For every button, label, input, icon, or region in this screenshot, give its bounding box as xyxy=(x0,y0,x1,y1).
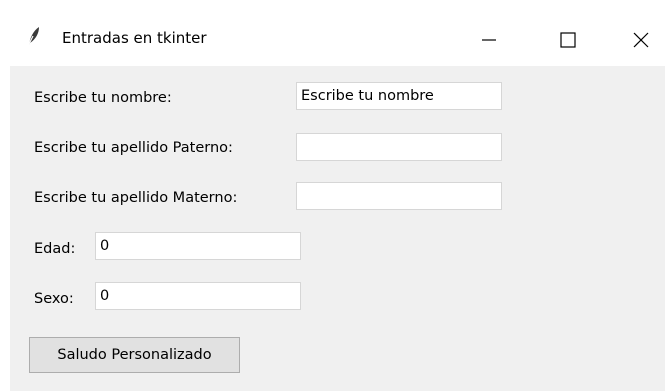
materno-label: Escribe tu apellido Materno: xyxy=(34,190,238,206)
sexo-input[interactable] xyxy=(95,282,301,310)
maximize-button[interactable] xyxy=(542,10,594,66)
title-bar[interactable]: Entradas en tkinter xyxy=(10,10,665,66)
nombre-input[interactable] xyxy=(296,82,502,110)
app-window: Entradas en tkinter Escribe tu nombre: E… xyxy=(10,10,665,391)
paterno-input[interactable] xyxy=(296,133,502,161)
feather-icon xyxy=(22,24,46,48)
materno-input[interactable] xyxy=(296,182,502,210)
close-button[interactable] xyxy=(615,10,667,66)
paterno-label: Escribe tu apellido Paterno: xyxy=(34,140,233,156)
window-title: Entradas en tkinter xyxy=(62,29,207,47)
nombre-label: Escribe tu nombre: xyxy=(34,90,172,106)
saludo-personalizado-button[interactable]: Saludo Personalizado xyxy=(29,337,240,373)
sexo-label: Sexo: xyxy=(34,291,74,307)
edad-label: Edad: xyxy=(34,241,76,257)
minimize-button[interactable] xyxy=(462,10,514,66)
edad-input[interactable] xyxy=(95,232,301,260)
